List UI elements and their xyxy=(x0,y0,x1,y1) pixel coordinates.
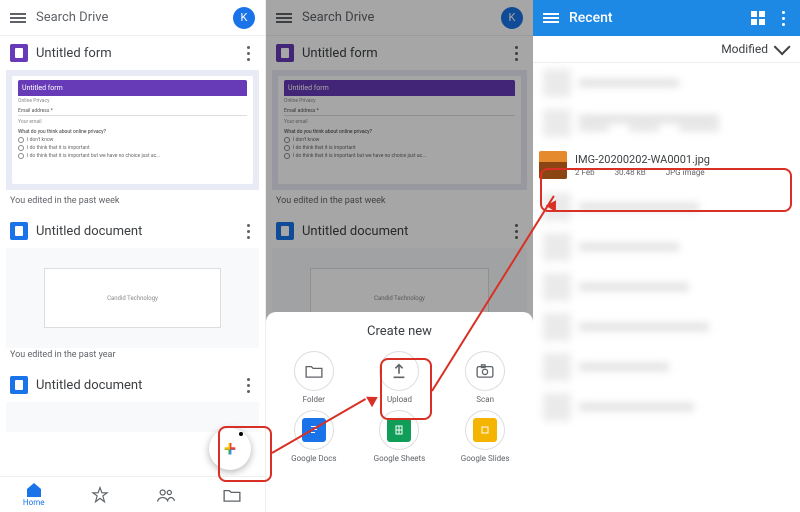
sort-control[interactable]: Modified xyxy=(533,36,800,63)
file-size: 30.48 kB xyxy=(615,168,646,177)
file-title: Untitled document xyxy=(36,224,233,239)
menu-icon[interactable] xyxy=(543,11,559,25)
recent-title: Recent xyxy=(569,10,740,26)
file-name: IMG-20200202-WA0001.jpg xyxy=(575,153,794,166)
search-input[interactable]: Search Drive xyxy=(36,10,223,25)
nav-home[interactable]: Home xyxy=(23,482,45,507)
file-untitled-document-2[interactable]: Untitled document xyxy=(0,368,265,402)
list-item-highlighted[interactable]: IMG-20200202-WA0001.jpg 2 Feb 30.48 kB J… xyxy=(533,143,800,187)
nav-shared[interactable] xyxy=(156,485,176,505)
file-untitled-form[interactable]: Untitled form xyxy=(0,36,265,70)
chevron-down-icon xyxy=(774,38,791,55)
forms-icon xyxy=(10,44,28,62)
account-avatar[interactable]: K xyxy=(233,7,255,29)
nav-starred[interactable] xyxy=(90,485,110,505)
fab-new-button[interactable]: + xyxy=(209,428,251,470)
file-title: Untitled document xyxy=(36,378,233,393)
grid-view-icon[interactable] xyxy=(750,10,766,26)
nav-files[interactable] xyxy=(222,485,242,505)
file-untitled-document-1[interactable]: Untitled document xyxy=(0,214,265,248)
list-item[interactable] xyxy=(533,63,800,103)
list-item[interactable] xyxy=(533,103,800,143)
file-type: JPG image xyxy=(666,168,705,177)
thumb-title: Untitled form xyxy=(18,80,247,96)
edit-status: You edited in the past year xyxy=(0,348,265,368)
menu-icon[interactable] xyxy=(10,11,26,25)
list-item[interactable] xyxy=(533,267,800,307)
list-item[interactable] xyxy=(533,347,800,387)
doc-thumbnail-partial[interactable] xyxy=(6,402,259,432)
create-docs[interactable]: Google Docs xyxy=(274,410,354,463)
recent-topbar: Recent xyxy=(533,0,800,36)
form-thumbnail[interactable]: Untitled form Online Privacy Email addre… xyxy=(6,70,259,190)
docs-icon xyxy=(10,376,28,394)
file-date: 2 Feb xyxy=(575,168,595,177)
docs-icon xyxy=(10,222,28,240)
file-thumbnail xyxy=(539,151,567,179)
topbar: Search Drive K xyxy=(0,0,265,36)
file-title: Untitled form xyxy=(36,46,233,61)
recent-panel: Recent Modified IMG-20200202-WA0001.jpg … xyxy=(533,0,800,512)
create-new-sheet: Create new Folder Upload Scan Google Doc… xyxy=(266,312,533,512)
sheet-title: Create new xyxy=(266,312,533,351)
drive-create-panel: Search Drive K Untitled form Untitled fo… xyxy=(266,0,533,512)
bottom-nav: Home xyxy=(0,476,265,512)
list-item[interactable] xyxy=(533,307,800,347)
more-options-icon[interactable] xyxy=(241,44,255,62)
more-options-icon[interactable] xyxy=(241,376,255,394)
list-item[interactable] xyxy=(533,387,800,427)
more-options-icon[interactable] xyxy=(776,9,790,27)
create-folder[interactable]: Folder xyxy=(274,351,354,404)
file-list: IMG-20200202-WA0001.jpg 2 Feb 30.48 kB J… xyxy=(533,63,800,427)
doc-thumbnail[interactable]: Candid Technology xyxy=(6,248,259,348)
list-item[interactable] xyxy=(533,227,800,267)
drive-home-panel: Search Drive K Untitled form Untitled fo… xyxy=(0,0,266,512)
edit-status: You edited in the past week xyxy=(0,194,265,214)
create-scan[interactable]: Scan xyxy=(445,351,525,404)
create-slides[interactable]: Google Slides xyxy=(445,410,525,463)
create-sheets[interactable]: Google Sheets xyxy=(360,410,440,463)
more-options-icon[interactable] xyxy=(241,222,255,240)
list-item[interactable] xyxy=(533,187,800,227)
